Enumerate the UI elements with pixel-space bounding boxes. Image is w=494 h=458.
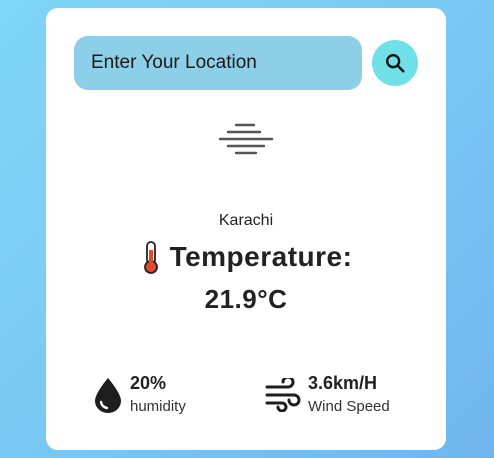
wind-speed-value: 3.6km/H <box>308 373 378 393</box>
search-button[interactable] <box>372 40 418 86</box>
location-search-input[interactable] <box>74 36 362 90</box>
humidity-label: humidity <box>130 398 186 415</box>
water-drop-icon <box>95 377 121 413</box>
mist-icon <box>218 123 274 155</box>
wind-icon <box>265 377 301 412</box>
search-icon <box>386 54 405 73</box>
temperature-heading: Temperature: <box>46 240 446 274</box>
wind-speed-label: Wind Speed <box>308 398 390 415</box>
city-name: Karachi <box>218 212 274 229</box>
humidity-value: 20% <box>130 373 167 393</box>
humidity-detail: 20% humidity <box>92 372 186 417</box>
wind-detail: 3.6km/H Wind Speed <box>264 372 390 417</box>
temperature-value: 21.9°C <box>204 284 288 314</box>
temperature-label: Temperature: <box>169 241 353 272</box>
weather-card: Karachi Temperature: 21.9°C 20% humidity <box>46 8 446 450</box>
thermometer-icon <box>143 241 158 274</box>
